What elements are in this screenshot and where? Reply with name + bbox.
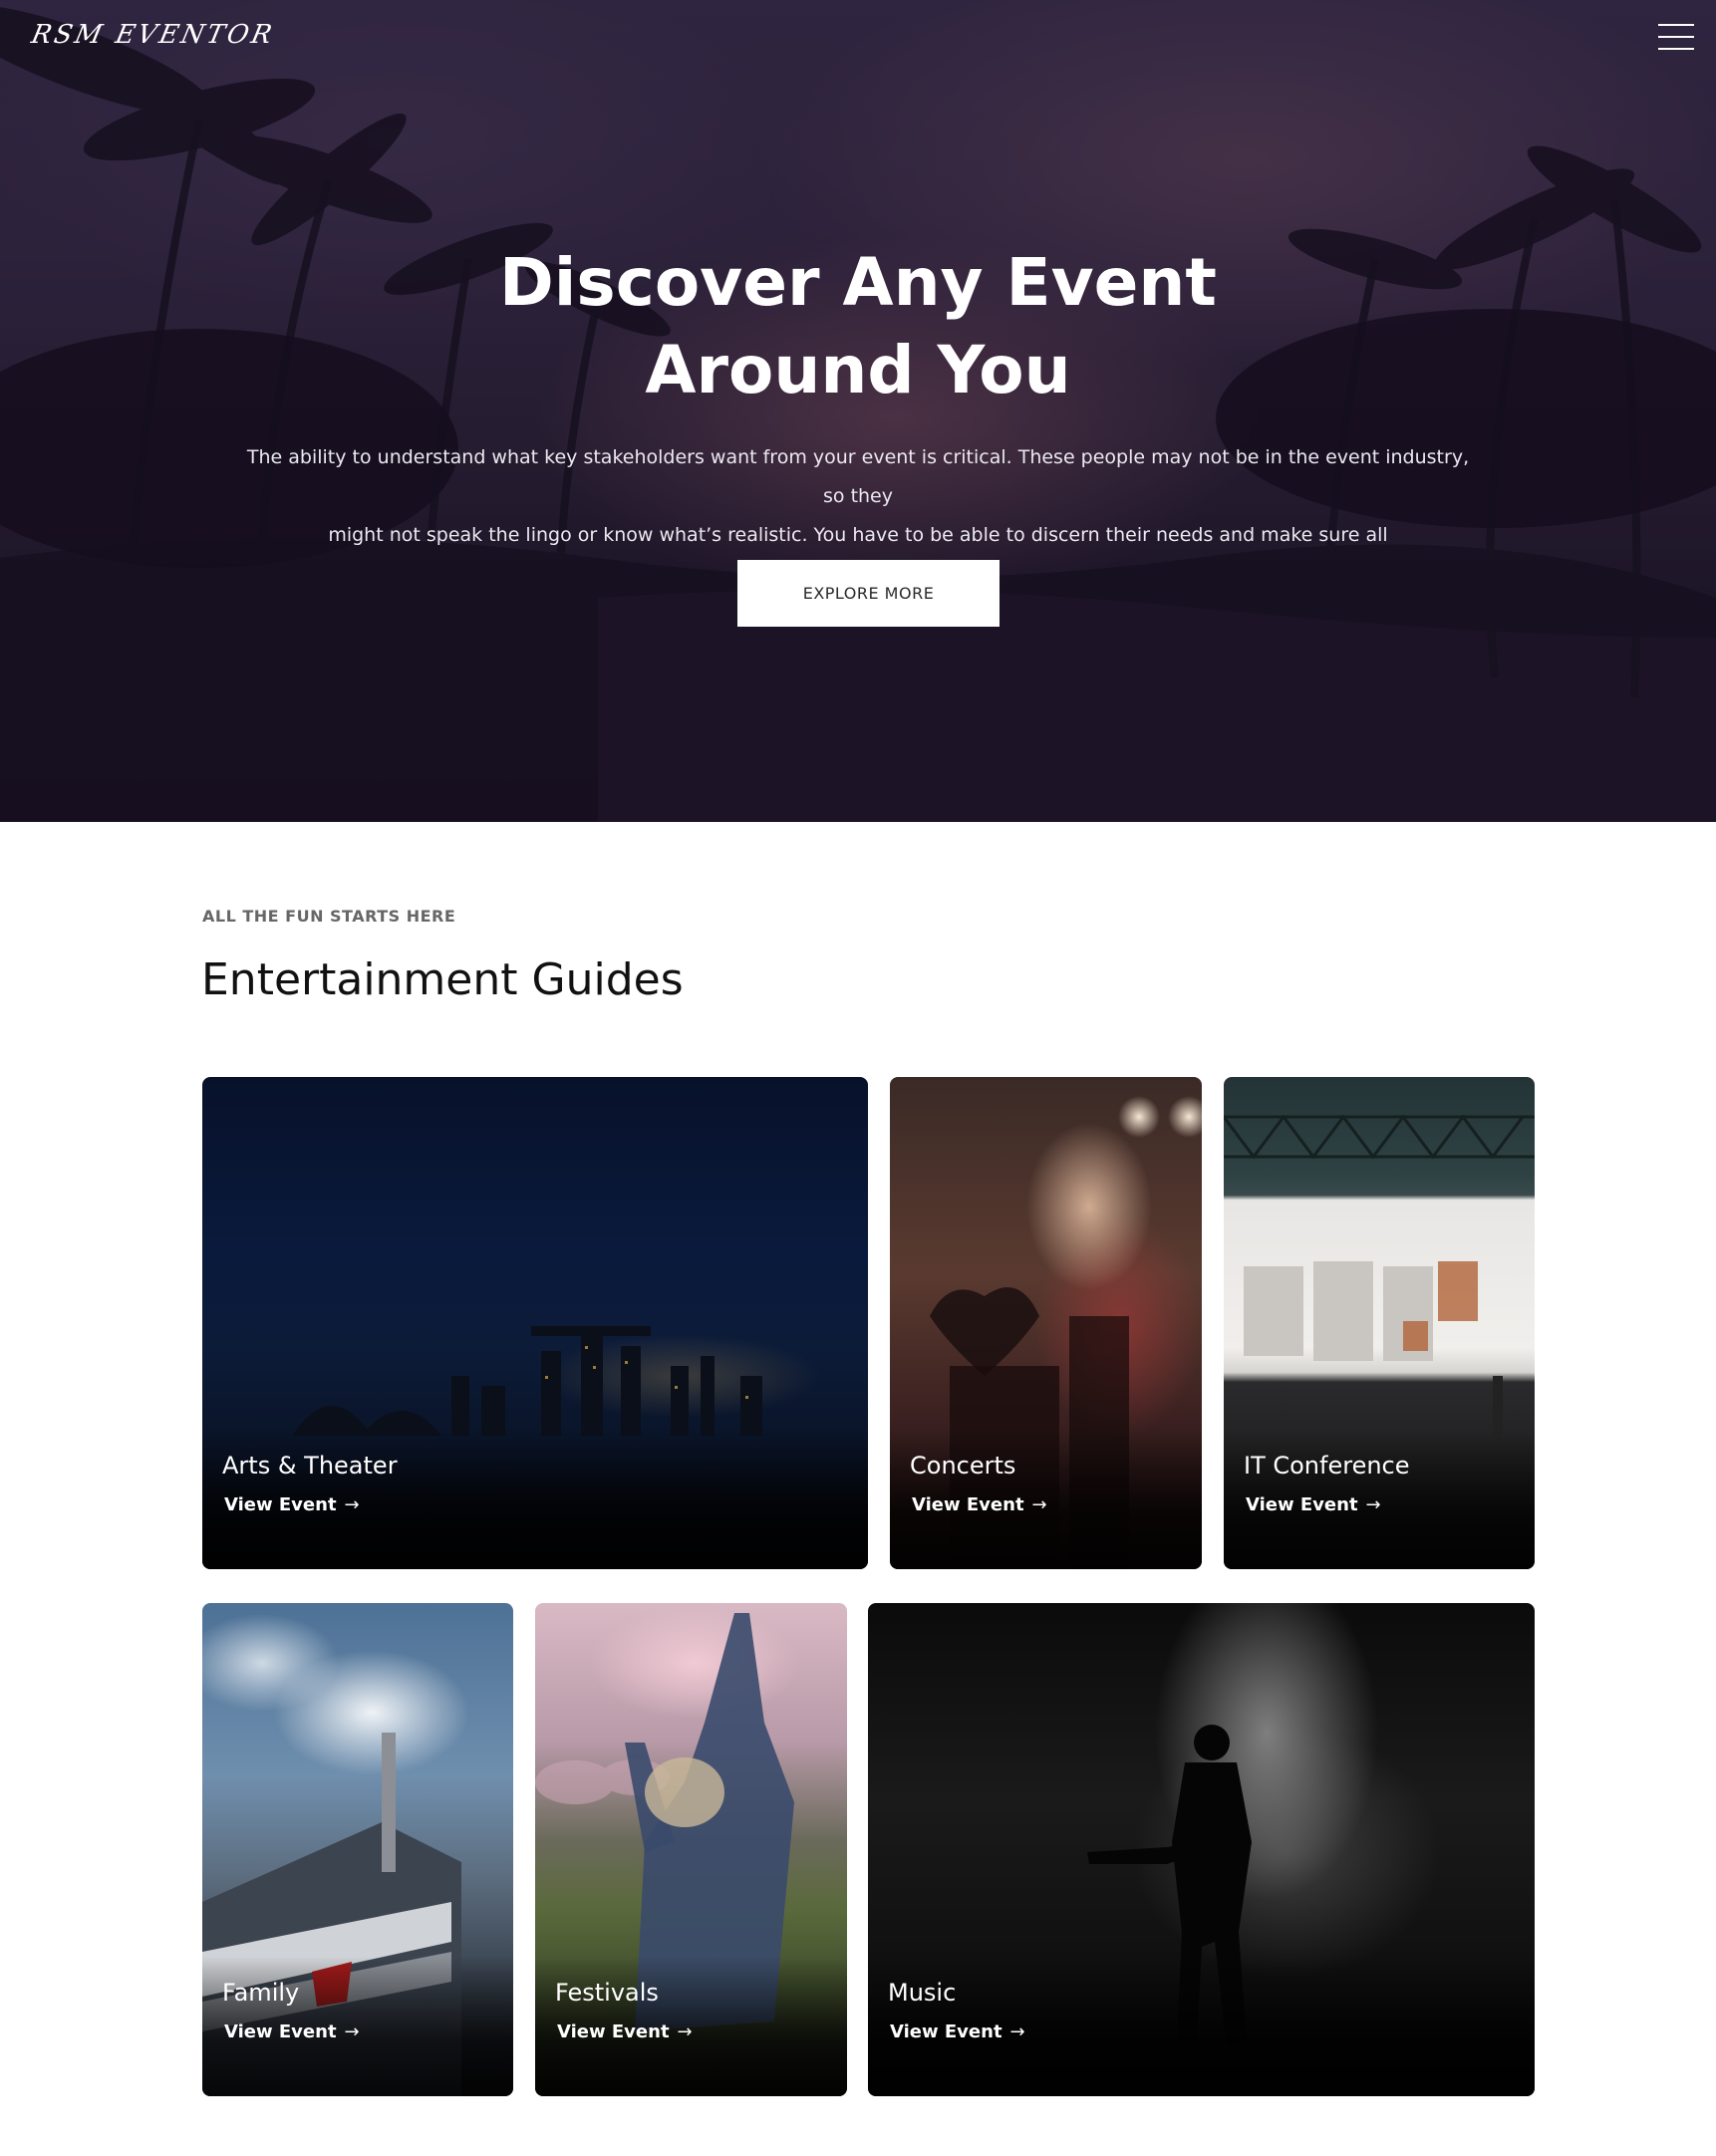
view-event-link[interactable]: View Event →	[1246, 1494, 1381, 1515]
view-event-label: View Event	[912, 1494, 1024, 1515]
card-title: Music	[888, 1979, 957, 2007]
hero-title: Discover Any Event Around You	[0, 239, 1716, 414]
menu-line	[1658, 48, 1694, 50]
arrow-right-icon: →	[1009, 2021, 1025, 2042]
event-card-festivals[interactable]: Festivals View Event →	[535, 1603, 847, 2096]
card-title: Festivals	[555, 1979, 659, 2007]
hero-description-line2: might not speak the lingo or know what’s…	[328, 524, 1388, 546]
arrow-right-icon: →	[677, 2021, 693, 2042]
card-title: IT Conference	[1244, 1452, 1410, 1480]
view-event-link[interactable]: View Event →	[912, 1494, 1047, 1515]
view-event-link[interactable]: View Event →	[224, 1494, 360, 1515]
card-title: Arts & Theater	[222, 1452, 398, 1480]
card-title: Family	[222, 1979, 300, 2007]
view-event-label: View Event	[557, 2021, 670, 2042]
event-card-arts-theater[interactable]: Arts & Theater View Event →	[202, 1077, 868, 1569]
menu-line	[1658, 24, 1694, 26]
section-eyebrow: ALL THE FUN STARTS HERE	[202, 907, 456, 926]
view-event-label: View Event	[1246, 1494, 1358, 1515]
event-card-family[interactable]: Family View Event →	[202, 1603, 513, 2096]
hero-section: RSM EVENTOR Discover Any Event Around Yo…	[0, 0, 1716, 822]
arrow-right-icon: →	[1365, 1494, 1381, 1515]
menu-line	[1658, 36, 1694, 38]
brand-logo[interactable]: RSM EVENTOR	[29, 20, 277, 50]
view-event-label: View Event	[224, 1494, 337, 1515]
view-event-link[interactable]: View Event →	[224, 2021, 360, 2042]
card-title: Concerts	[910, 1452, 1016, 1480]
hero-title-line1: Discover Any Event	[499, 244, 1217, 321]
hero-title-line2: Around You	[645, 332, 1071, 408]
event-card-music[interactable]: Music View Event →	[868, 1603, 1535, 2096]
section-title: Entertainment Guides	[201, 954, 684, 1005]
view-event-link[interactable]: View Event →	[890, 2021, 1025, 2042]
view-event-label: View Event	[890, 2021, 1002, 2042]
event-card-concerts[interactable]: Concerts View Event →	[890, 1077, 1202, 1569]
event-card-it-conference[interactable]: IT Conference View Event →	[1224, 1077, 1535, 1569]
arrow-right-icon: →	[344, 1494, 360, 1515]
hamburger-menu-icon[interactable]	[1658, 22, 1694, 52]
arrow-right-icon: →	[1031, 1494, 1047, 1515]
explore-more-button[interactable]: EXPLORE MORE	[737, 560, 1000, 627]
view-event-link[interactable]: View Event →	[557, 2021, 693, 2042]
hero-description-line1: The ability to understand what key stake…	[246, 446, 1470, 507]
view-event-label: View Event	[224, 2021, 337, 2042]
arrow-right-icon: →	[344, 2021, 360, 2042]
hero-description: The ability to understand what key stake…	[239, 438, 1477, 555]
